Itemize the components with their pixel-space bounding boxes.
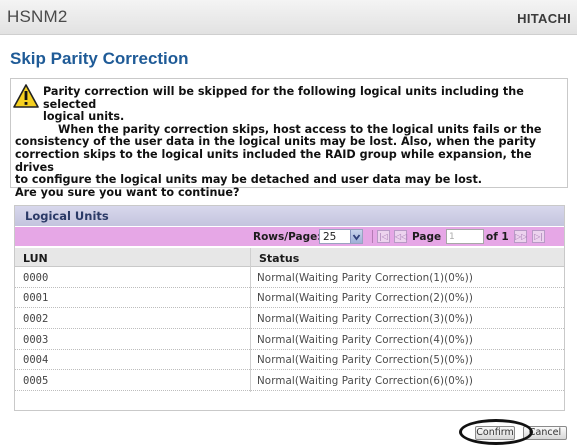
- column-header-status[interactable]: Status: [251, 248, 564, 267]
- row-status: Normal(Waiting Parity Correction(5)(0%)): [257, 354, 473, 366]
- pager-divider: [372, 230, 373, 243]
- warning-line: Are you sure you want to continue?: [15, 185, 240, 199]
- next-page-icon: ▷▷: [515, 232, 528, 241]
- header-bar: [0, 0, 577, 35]
- table-row: 0005 Normal(Waiting Parity Correction(6)…: [15, 371, 564, 391]
- row-status: Normal(Waiting Parity Correction(4)(0%)): [257, 334, 473, 346]
- rows-per-page-label: Rows/Page:: [253, 231, 322, 243]
- table-row: 0004 Normal(Waiting Parity Correction(5)…: [15, 350, 564, 370]
- row-lun: 0001: [23, 292, 49, 304]
- row-lun: 0003: [23, 334, 49, 346]
- first-page-button[interactable]: |◁: [377, 230, 390, 243]
- page-number-input[interactable]: [446, 229, 484, 244]
- logical-units-title: Logical Units: [25, 209, 109, 223]
- chevron-down-icon[interactable]: [350, 230, 362, 243]
- confirm-button[interactable]: Confirm: [475, 426, 515, 440]
- app-name: HSNM2: [7, 7, 68, 26]
- column-header-status-label: Status: [259, 252, 300, 265]
- row-status: Normal(Waiting Parity Correction(6)(0%)): [257, 375, 473, 387]
- column-header-lun-label: LUN: [23, 252, 48, 265]
- last-page-button[interactable]: ▷|: [532, 230, 545, 243]
- last-page-icon: ▷|: [534, 232, 543, 241]
- table-row: 0003 Normal(Waiting Parity Correction(4)…: [15, 330, 564, 350]
- warning-line: Parity correction will be skipped for th…: [43, 85, 524, 111]
- warning-message: Parity correction will be skipped for th…: [15, 85, 567, 199]
- next-page-button[interactable]: ▷▷: [514, 230, 527, 243]
- page-label: Page: [412, 231, 442, 243]
- first-page-icon: |◁: [379, 232, 388, 241]
- warning-line: logical units.: [43, 110, 125, 124]
- brand-logo: HITACHI: [517, 11, 571, 26]
- table-row: 0000 Normal(Waiting Parity Correction(1)…: [15, 268, 564, 288]
- table-row: 0001 Normal(Waiting Parity Correction(2)…: [15, 288, 564, 308]
- page-total-label: of 1: [486, 231, 509, 243]
- cancel-button[interactable]: Cancel: [523, 426, 567, 440]
- row-lun: 0000: [23, 272, 49, 284]
- warning-line: to configure the logical units may be de…: [15, 173, 483, 187]
- prev-page-button[interactable]: ◁◁: [394, 230, 407, 243]
- prev-page-icon: ◁◁: [395, 232, 408, 241]
- row-status: Normal(Waiting Parity Correction(1)(0%)): [257, 272, 473, 284]
- row-lun: 0005: [23, 375, 49, 387]
- row-lun: 0004: [23, 354, 49, 366]
- warning-line: correction skips to the logical units in…: [15, 147, 532, 174]
- row-status: Normal(Waiting Parity Correction(2)(0%)): [257, 292, 473, 304]
- row-status: Normal(Waiting Parity Correction(3)(0%)): [257, 313, 473, 325]
- rows-per-page-value: 25: [323, 231, 337, 243]
- column-header-lun[interactable]: LUN: [15, 248, 250, 267]
- row-lun: 0002: [23, 313, 49, 325]
- page-title: Skip Parity Correction: [10, 49, 189, 68]
- table-row: 0002 Normal(Waiting Parity Correction(3)…: [15, 309, 564, 329]
